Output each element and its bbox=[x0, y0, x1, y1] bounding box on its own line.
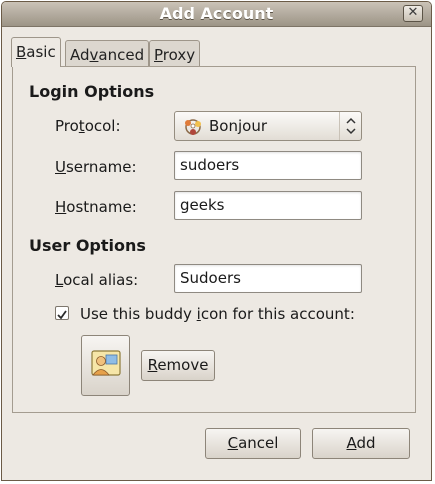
hostname-label: Hostname: bbox=[55, 198, 137, 216]
hostname-field[interactable]: geeks bbox=[174, 191, 362, 220]
protocol-label: Protocol: bbox=[55, 117, 121, 135]
buddy-icon-checkbox-label[interactable]: Use this buddy icon for this account: bbox=[80, 305, 355, 323]
buddy-icon-checkbox[interactable] bbox=[55, 306, 69, 320]
remove-button[interactable]: Remove bbox=[141, 350, 215, 381]
chevron-updown-icon bbox=[339, 112, 361, 140]
buddy-icon-button[interactable] bbox=[81, 335, 130, 396]
username-field[interactable]: sudoers bbox=[174, 151, 362, 180]
local-alias-label: Local alias: bbox=[55, 271, 139, 289]
title-bar[interactable]: Add Account ✕ bbox=[2, 2, 431, 27]
close-button[interactable]: ✕ bbox=[403, 5, 423, 22]
tab-basic[interactable]: Basic bbox=[11, 37, 61, 67]
tab-advanced[interactable]: Advanced bbox=[65, 40, 150, 67]
login-options-heading: Login Options bbox=[29, 82, 155, 101]
protocol-select[interactable]: Bonjour bbox=[174, 111, 362, 141]
protocol-value: Bonjour bbox=[209, 117, 267, 135]
local-alias-field[interactable]: Sudoers bbox=[174, 264, 362, 293]
bonjour-icon bbox=[183, 117, 203, 141]
buddy-image-icon bbox=[90, 350, 121, 376]
checkmark-icon bbox=[57, 310, 67, 320]
add-button[interactable]: Add bbox=[312, 428, 410, 459]
close-icon: ✕ bbox=[407, 5, 419, 20]
cancel-button[interactable]: Cancel bbox=[205, 428, 301, 459]
tab-proxy[interactable]: Proxy bbox=[149, 40, 201, 67]
user-options-heading: User Options bbox=[29, 236, 146, 255]
username-label: Username: bbox=[55, 158, 137, 176]
window-title: Add Account bbox=[159, 4, 274, 23]
